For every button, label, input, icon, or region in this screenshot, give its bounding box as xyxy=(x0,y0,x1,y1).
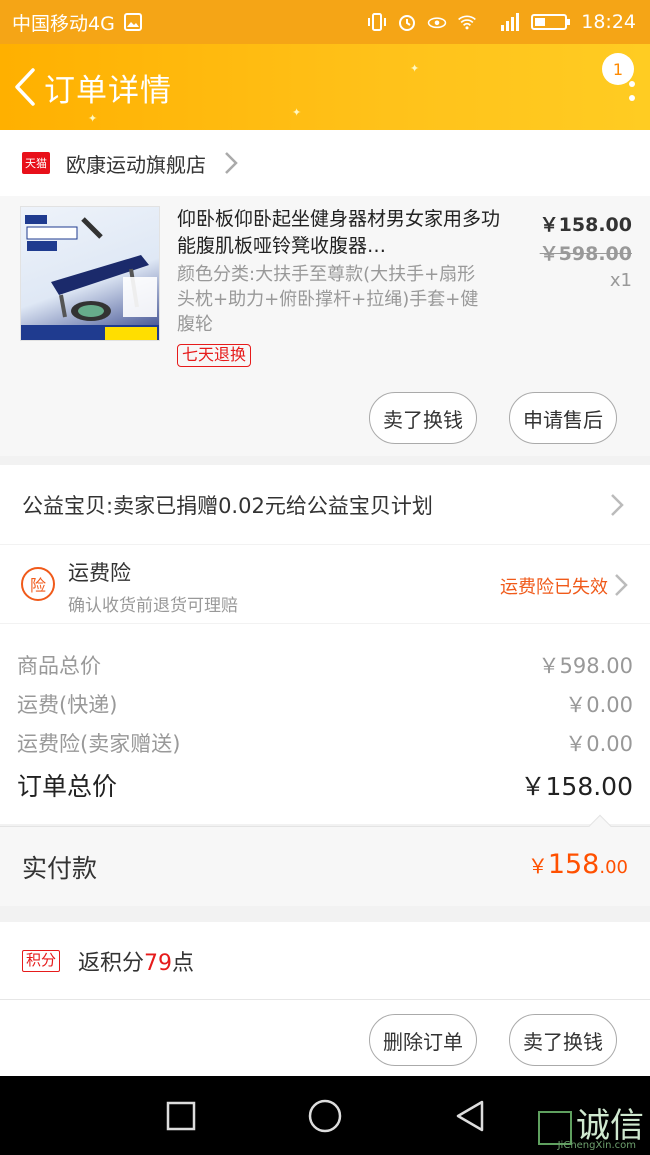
wifi-icon xyxy=(457,13,477,31)
summary-value: ￥0.00 xyxy=(565,693,633,717)
product-sku: 颜色分类:大扶手至尊款(大扶手+扇形头枕+助力+俯卧撑杆+拉绳)手套+健腹轮 xyxy=(177,264,479,335)
insurance-icon: 险 xyxy=(21,567,55,601)
alarm-icon xyxy=(397,13,417,31)
product-price: ￥158.00 xyxy=(539,214,632,236)
back-nav-button[interactable] xyxy=(452,1098,488,1134)
circle-icon xyxy=(308,1099,342,1133)
watermark-url: JiChengXin.com xyxy=(557,1140,636,1151)
shop-name: 欧康运动旗舰店 xyxy=(66,152,206,177)
resell-button[interactable]: 卖了换钱 xyxy=(369,392,477,444)
page-title: 订单详情 xyxy=(44,72,172,109)
chevron-right-icon xyxy=(611,493,624,516)
resell-button[interactable]: 卖了换钱 xyxy=(509,1014,617,1066)
order-total-value: ￥158.00 xyxy=(520,772,633,801)
summary-row-shipping: 运费(快递) ￥0.00 xyxy=(17,689,633,719)
signal-icon xyxy=(487,13,521,31)
summary-row-goods: 商品总价 ￥598.00 xyxy=(17,650,633,680)
square-icon xyxy=(166,1101,196,1131)
charity-text: 公益宝贝:卖家已捐赠0.02元给公益宝贝计划 xyxy=(22,493,433,518)
product-title[interactable]: 仰卧板仰卧起坐健身器材男女家用多功能腹肌板哑铃凳收腹器… xyxy=(177,206,507,260)
product-thumbnail[interactable] xyxy=(20,206,160,341)
order-total-label: 订单总价 xyxy=(17,772,118,801)
product-item[interactable]: 仰卧板仰卧起坐健身器材男女家用多功能腹肌板哑铃凳收腹器… 颜色分类:大扶手至尊款… xyxy=(0,196,650,456)
system-nav-bar: 诚信 JiChengXin.com xyxy=(0,1076,650,1155)
chevron-left-icon xyxy=(15,68,35,106)
summary-label: 运费险(卖家赠送) xyxy=(17,732,181,756)
product-original-price: ￥598.00 xyxy=(539,243,632,265)
insurance-title: 运费险 xyxy=(68,561,131,585)
more-vertical-icon xyxy=(629,81,635,101)
tmall-badge: 天猫 xyxy=(22,152,50,174)
points-row: 积分 返积分79点 xyxy=(0,922,650,999)
points-text: 返积分79点 xyxy=(78,950,195,976)
carrier-label: 中国移动4G xyxy=(12,12,115,35)
back-button[interactable] xyxy=(10,62,40,112)
after-sale-button[interactable]: 申请售后 xyxy=(509,392,617,444)
shipping-insurance-row[interactable]: 险 运费险 确认收货前退货可理赔 运费险已失效 xyxy=(0,545,650,623)
actual-payment-label: 实付款 xyxy=(22,854,98,883)
insurance-subtitle: 确认收货前退货可理赔 xyxy=(68,596,238,616)
charity-row[interactable]: 公益宝贝:卖家已捐赠0.02元给公益宝贝计划 xyxy=(0,465,650,544)
delete-order-button[interactable]: 删除订单 xyxy=(369,1014,477,1066)
summary-label: 运费(快递) xyxy=(17,693,118,717)
eye-icon xyxy=(427,13,447,31)
insurance-status: 运费险已失效 xyxy=(500,577,608,598)
chevron-right-icon xyxy=(225,152,238,174)
points-tag: 积分 xyxy=(22,949,61,972)
chevron-right-icon xyxy=(615,574,628,596)
product-quantity: x1 xyxy=(609,270,632,291)
order-action-bar: 删除订单 卖了换钱 xyxy=(0,999,650,1076)
return-policy-tag: 七天退换 xyxy=(177,344,252,367)
status-bar: 中国移动4G 18:24 xyxy=(0,0,650,44)
triangle-back-icon xyxy=(456,1100,484,1132)
summary-row-total: 订单总价 ￥158.00 xyxy=(17,767,633,803)
shop-row[interactable]: 天猫 欧康运动旗舰店 xyxy=(0,130,650,196)
battery-icon xyxy=(531,13,571,31)
image-notification-icon xyxy=(123,13,143,31)
actual-payment-row: 实付款 ￥158.00 xyxy=(0,814,650,906)
summary-value: ￥598.00 xyxy=(538,654,633,678)
summary-label: 商品总价 xyxy=(17,654,101,678)
summary-row-insurance: 运费险(卖家赠送) ￥0.00 xyxy=(17,728,633,758)
price-summary: 商品总价 ￥598.00 运费(快递) ￥0.00 运费险(卖家赠送) ￥0.0… xyxy=(0,624,650,824)
app-header: ✦ ✦ ✦ 订单详情 1 xyxy=(0,44,650,130)
home-button[interactable] xyxy=(307,1098,343,1134)
actual-payment-value: ￥158.00 xyxy=(527,849,628,880)
vibrate-icon xyxy=(367,13,387,31)
summary-value: ￥0.00 xyxy=(565,732,633,756)
clock: 18:24 xyxy=(581,11,636,33)
points-number: 79 xyxy=(144,950,173,976)
recent-apps-button[interactable] xyxy=(163,1098,199,1134)
